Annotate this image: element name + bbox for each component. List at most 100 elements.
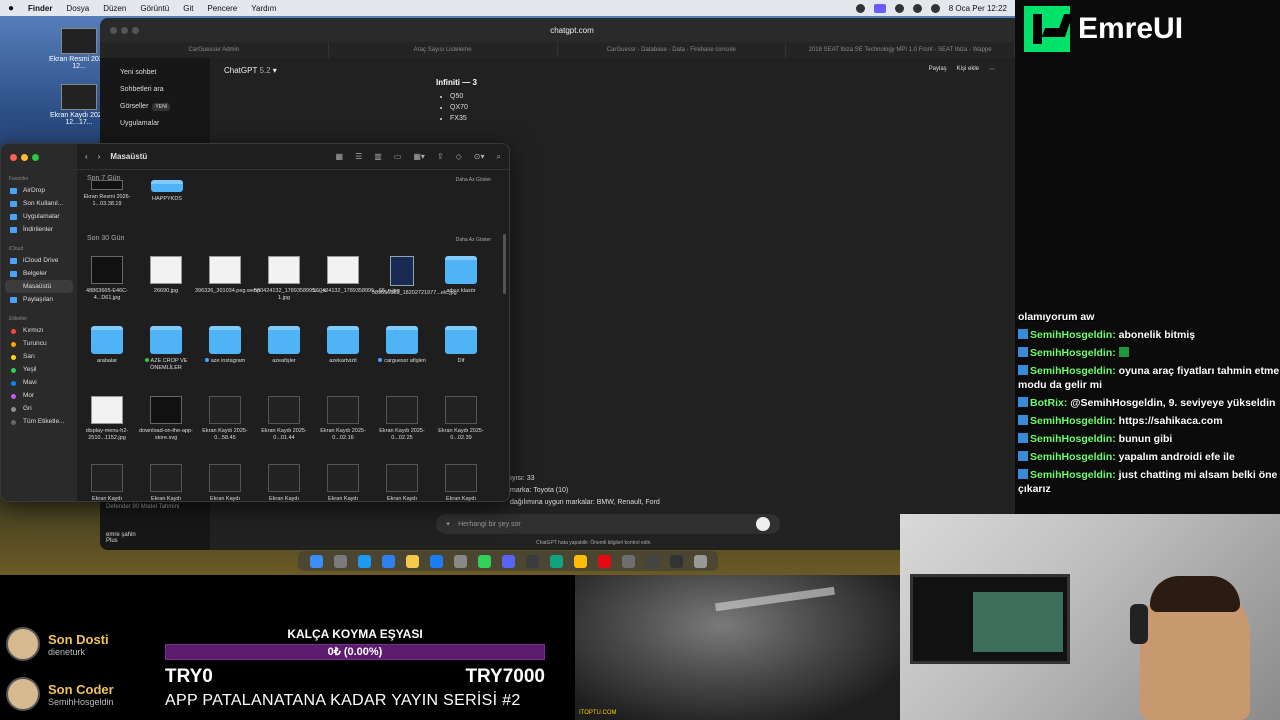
window-control-icon[interactable] [132,26,139,34]
search-chats-button[interactable]: Sohbetleri ara [100,81,210,98]
messages-icon[interactable] [477,554,491,568]
file-item[interactable]: display-menu-h2-2510...1152.jpg [77,396,137,442]
more-icon[interactable]: ⋯ [989,66,995,73]
xcode-icon[interactable] [621,554,635,568]
file-item[interactable]: Ekran Resmi 2026-1...03.38.19 [77,180,137,208]
action-icon[interactable]: ⊙▾ [474,152,485,162]
apps-button[interactable]: Uygulamalar [100,115,210,132]
menu-clock[interactable]: 8 Oca Per 12:22 [949,4,1007,13]
chrome-icon[interactable] [573,554,587,568]
launchpad-icon[interactable] [333,554,347,568]
menu-help[interactable]: Yardım [251,4,276,13]
sidebar-tag[interactable]: Mor [1,389,77,402]
file-item[interactable]: 560424132_1789358995..._n-1.jpg [254,256,328,302]
folder-item[interactable]: HAPPYKDS [137,180,197,203]
folder-item[interactable]: azeafişler [254,326,314,365]
screen-record-icon[interactable] [873,3,886,13]
terminal-icon[interactable] [669,554,683,568]
file-item[interactable]: Ekran Kaydı [254,464,314,501]
chatgpt-icon[interactable] [549,554,563,568]
show-less-link[interactable]: Daha Az Göster [456,237,491,243]
obs-icon[interactable] [645,554,659,568]
menu-view[interactable]: Görüntü [140,4,169,13]
group-icon[interactable]: ▦▾ [413,152,425,162]
sidebar-tag[interactable]: Yeşil [1,363,77,376]
sidebar-item-recents[interactable]: Son Kullanıl... [1,197,77,210]
close-icon[interactable] [10,154,17,161]
trash-icon[interactable] [693,554,707,568]
list-view-icon[interactable]: ☰ [355,152,362,162]
share-button[interactable]: Paylaş [929,66,947,73]
chat-history-item[interactable]: Defender 90 Model Tahmini [106,504,179,510]
plus-icon[interactable]: + [446,521,450,528]
headphones-icon[interactable] [894,3,904,13]
file-item[interactable]: Ekran Kaydı [195,464,255,501]
model-selector[interactable]: ChatGPT 5.2 ▾ [224,66,277,75]
forward-icon[interactable]: › [98,152,101,161]
file-item[interactable]: 26690.jpg [136,256,196,295]
browser-tab[interactable]: 2018 SEAT Ibiza SE Technology MPI 1.0 Fr… [786,42,1015,58]
sidebar-item-documents[interactable]: Belgeler [1,267,77,280]
sidebar-tag[interactable]: Mavi [1,376,77,389]
file-item[interactable]: Ekran Kaydı 2025-0...02.16 [313,396,373,442]
browser-tab[interactable]: CarGuesser Admin [100,42,329,58]
safari-icon[interactable] [357,554,371,568]
address-bar[interactable]: chatgpt.com [550,26,594,35]
sidebar-item-desktop[interactable]: Masaüstü [5,280,73,293]
file-item[interactable]: Ekran Kaydı [136,464,196,501]
file-item[interactable]: Ekran Kaydı 2025-0...02.39 [431,396,491,442]
window-control-icon[interactable] [110,26,117,34]
back-icon[interactable]: ‹ [85,152,88,161]
browser-tab[interactable]: Araç Sayısı Listeleme [329,42,558,58]
sidebar-item-icloud-drive[interactable]: iCloud Drive [1,254,77,267]
discord-icon[interactable] [501,554,515,568]
sidebar-tag[interactable]: Turuncu [1,337,77,350]
window-control-icon[interactable] [121,26,128,34]
folder-item[interactable]: azekartvizit [313,326,373,365]
file-item[interactable]: 560424132_1789358995...65_n.jpg [313,256,400,295]
new-chat-button[interactable]: Yeni sohbet [100,64,210,81]
menu-app-name[interactable]: Finder [28,4,52,13]
wifi-icon[interactable] [912,3,922,13]
terminal-icon[interactable] [525,554,539,568]
images-button[interactable]: Görseller YENİ [100,98,210,115]
file-item[interactable]: Ekran Kaydı 2025-0...02.25 [372,396,432,442]
show-less-link[interactable]: Daha Az Göster [456,177,491,183]
browser-tab[interactable]: CarGuessr - Database - Data - Firebase c… [558,42,787,58]
finder-icon[interactable] [309,554,323,568]
search-icon[interactable]: ⌕ [497,152,501,162]
send-icon[interactable] [756,517,770,531]
settings-icon[interactable] [453,554,467,568]
sidebar-item-airdrop[interactable]: AirDrop [1,184,77,197]
folder-item[interactable]: aze instagram [195,326,255,365]
column-view-icon[interactable]: ▥ [374,152,382,162]
add-person-button[interactable]: Kişi ekle [957,66,979,73]
gallery-view-icon[interactable]: ▭ [394,152,402,162]
file-item[interactable]: download-on-the-app-store.svg [136,396,196,442]
file-item[interactable]: Ekran Kaydı [77,464,137,501]
sidebar-tag[interactable]: Sarı [1,350,77,363]
app-store-icon[interactable] [429,554,443,568]
folder-item[interactable]: arabalar [77,326,137,365]
file-item[interactable]: Ekran Kaydı [313,464,373,501]
file-item[interactable]: Ekran Kaydı 2025-0...01.44 [254,396,314,442]
file-item[interactable]: 589656883_18202721977...elc.jpg [372,256,457,297]
folder-item[interactable]: carguessr afişleri [372,326,432,365]
opera-icon[interactable] [597,554,611,568]
share-icon[interactable]: ⇪ [437,152,444,162]
menu-go[interactable]: Git [183,4,193,13]
search-icon[interactable] [930,3,940,13]
folder-item[interactable]: AZE CROP VE ÖNEMLİLER [136,326,196,372]
file-item[interactable]: Ekran Kaydı [431,464,491,501]
sidebar-tag[interactable]: Tüm Etiketle... [1,415,77,428]
sidebar-tag[interactable]: Gri [1,402,77,415]
user-profile[interactable]: emre şahin Plus [106,532,136,544]
menu-window[interactable]: Pencere [207,4,237,13]
message-composer[interactable]: + Herhangi bir şey sor [436,514,780,534]
file-item[interactable]: 396326_301034.peg.webp [195,256,260,295]
icon-view-icon[interactable]: ▦ [336,152,344,162]
minimize-icon[interactable] [21,154,28,161]
zoom-icon[interactable] [32,154,39,161]
file-item[interactable]: Ekran Kaydı [372,464,432,501]
file-item[interactable]: Ekran Kaydı 2025-0...58.45 [195,396,255,442]
